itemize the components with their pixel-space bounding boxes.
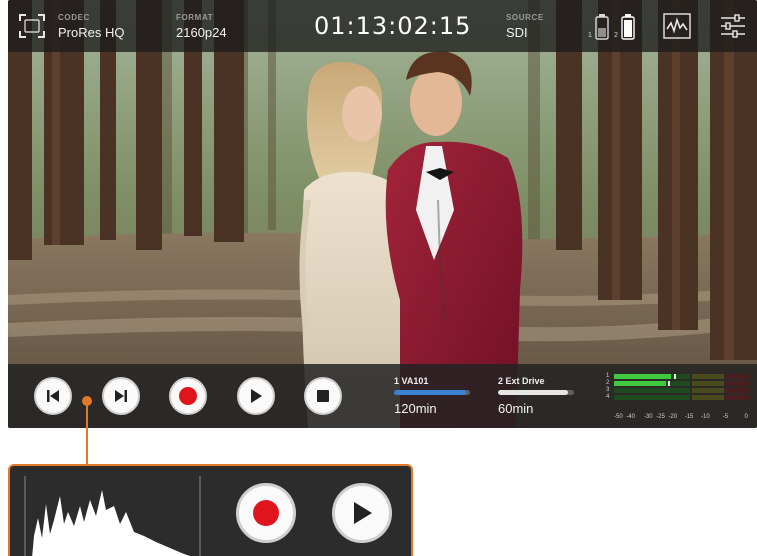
- battery-1-icon: [595, 14, 609, 40]
- meter-scale-label: -20: [668, 414, 678, 420]
- record-icon: [179, 387, 197, 405]
- callout-dot: [82, 396, 92, 406]
- meter-peak: [673, 374, 676, 379]
- slot-1-name: 1 VA101: [394, 376, 429, 386]
- slot-1-progress-fill: [394, 390, 467, 395]
- source-value: SDI: [506, 25, 528, 40]
- audio-channel-track: [614, 374, 750, 379]
- meter-zone: [691, 381, 725, 386]
- meter-zone: [614, 395, 691, 400]
- waveform-icon[interactable]: [663, 13, 691, 39]
- meter-scale-label: -5: [722, 414, 729, 420]
- stop-button[interactable]: [304, 377, 342, 415]
- skip-next-button[interactable]: [102, 377, 140, 415]
- codec-label: CODEC: [58, 13, 90, 22]
- skip-previous-icon: [47, 390, 59, 402]
- battery-status[interactable]: 1 2: [584, 12, 644, 42]
- slot-1-progress: [394, 390, 470, 395]
- play-button[interactable]: [237, 377, 275, 415]
- format-value: 2160p24: [176, 25, 227, 40]
- audio-channel-label: 3: [606, 387, 610, 393]
- slot-2-name: 2 Ext Drive: [498, 376, 545, 386]
- slot-2-progress: [498, 390, 574, 395]
- slot-2-remaining: 60min: [498, 401, 534, 416]
- meter-zone: [691, 395, 725, 400]
- record-icon: [253, 500, 279, 526]
- skip-previous-button[interactable]: [34, 377, 72, 415]
- slot-1-remaining: 120min: [394, 401, 437, 416]
- meter-scale-label: 0: [744, 414, 748, 420]
- battery-2-label: 2: [614, 32, 618, 39]
- audio-meter[interactable]: 1 2 3 4 -50 -40 -30 -25 -20 -15 -10 -5 0: [606, 373, 754, 422]
- meter-zone: [725, 374, 750, 379]
- stop-icon: [317, 390, 329, 402]
- codec-value: ProRes HQ: [58, 25, 125, 40]
- fullscreen-icon[interactable]: [18, 13, 46, 39]
- skip-next-icon: [115, 390, 127, 402]
- meter-zone: [614, 388, 691, 393]
- play-icon: [354, 502, 372, 524]
- record-button[interactable]: [169, 377, 207, 415]
- meter-zone: [725, 395, 750, 400]
- audio-channel-label: 2: [606, 380, 610, 386]
- meter-scale-label: -30: [643, 414, 653, 420]
- audio-channel-track: [614, 388, 750, 393]
- audio-channel-label: 1: [606, 373, 610, 379]
- media-slot-2[interactable]: 2 Ext Drive 60min: [498, 376, 574, 416]
- meter-zone: [691, 388, 725, 393]
- screen-root: CODEC ProRes HQ FORMAT 2160p24 01:13:02:…: [0, 0, 757, 556]
- meter-scale-label: -50: [614, 414, 623, 420]
- meter-peak: [668, 381, 671, 386]
- meter-level: [614, 381, 666, 386]
- source-status[interactable]: SOURCE SDI: [506, 13, 544, 40]
- meter-scale-label: -40: [626, 414, 635, 420]
- callout-line: [86, 402, 88, 464]
- format-label: FORMAT: [176, 13, 214, 22]
- meter-zone: [725, 388, 750, 393]
- battery-2-icon: [621, 14, 635, 40]
- meter-scale-label: -15: [684, 414, 694, 420]
- transport-bar: 1 VA101 120min 2 Ext Drive 60min 1 2 3 4 -50…: [8, 364, 757, 428]
- media-slot-1[interactable]: 1 VA101 120min: [394, 376, 470, 416]
- slot-2-progress-fill: [498, 390, 568, 395]
- audio-channel-track: [614, 395, 750, 400]
- callout-play-button[interactable]: [332, 483, 392, 543]
- sliders-icon[interactable]: [720, 14, 746, 38]
- meter-zone: [691, 374, 725, 379]
- monitor-display[interactable]: CODEC ProRes HQ FORMAT 2160p24 01:13:02:…: [8, 0, 757, 428]
- top-status-bar: CODEC ProRes HQ FORMAT 2160p24 01:13:02:…: [8, 0, 757, 52]
- histogram-icon[interactable]: [24, 476, 204, 556]
- meter-scale-label: -25: [656, 414, 665, 420]
- codec-status[interactable]: CODEC ProRes HQ: [58, 13, 124, 40]
- meter-scale-label: -10: [701, 414, 710, 420]
- audio-channel-track: [614, 381, 750, 386]
- timecode-display[interactable]: 01:13:02:15: [314, 12, 471, 40]
- play-icon: [251, 389, 262, 403]
- callout-record-button[interactable]: [236, 483, 296, 543]
- source-label: SOURCE: [506, 13, 544, 22]
- callout-zoom-panel: [8, 464, 413, 556]
- audio-channel-label: 4: [606, 394, 610, 400]
- format-status[interactable]: FORMAT 2160p24: [176, 13, 227, 40]
- meter-level: [614, 374, 672, 379]
- meter-zone: [725, 381, 750, 386]
- battery-1-label: 1: [588, 32, 592, 39]
